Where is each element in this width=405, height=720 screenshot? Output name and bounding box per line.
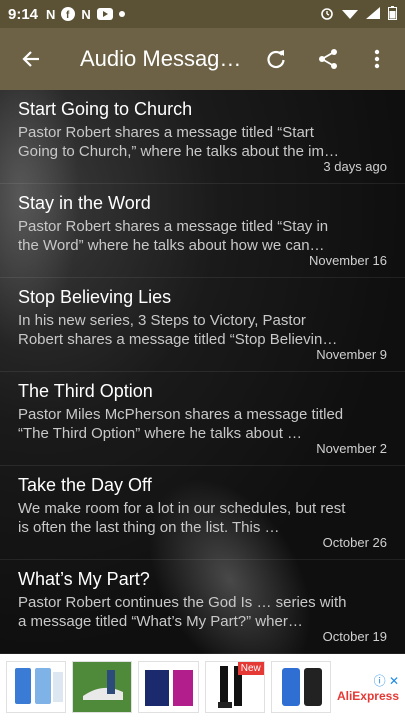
item-description: We make room for a lot in our schedules,… — [18, 500, 346, 536]
ad-new-badge: New — [237, 662, 264, 675]
ad-thumb-boots[interactable]: New — [204, 661, 265, 713]
notification-dot-icon — [118, 11, 125, 17]
item-date: November 2 — [316, 441, 387, 456]
item-description: Pastor Robert shares a message titled “S… — [18, 218, 329, 254]
signal-icon — [366, 6, 380, 22]
item-date: November 9 — [316, 347, 387, 362]
notification-n2-icon: N — [81, 6, 91, 22]
ad-thumb-phone-case[interactable] — [270, 661, 331, 713]
page-title: Audio Messag… — [80, 46, 242, 71]
item-description: Pastor Robert continues the God Is … ser… — [18, 594, 347, 630]
list-item[interactable]: Stop Believing Lies In his new series, 3… — [0, 278, 405, 372]
item-description: In his new series, 3 Steps to Victory, P… — [18, 312, 338, 348]
ad-info-icon[interactable]: ⓘ ✕ — [374, 672, 399, 689]
item-title: The Third Option — [18, 381, 153, 401]
notification-facebook-icon: f — [61, 7, 76, 21]
more-options-button[interactable] — [354, 28, 400, 90]
item-description: Pastor Miles McPherson shares a message … — [18, 406, 344, 442]
ad-brand-name: AliExpress — [336, 688, 399, 703]
notification-youtube-icon — [96, 8, 113, 20]
item-date: 3 days ago — [323, 159, 387, 174]
item-title: Take the Day Off — [18, 475, 152, 495]
message-list: Start Going to Church Pastor Robert shar… — [0, 90, 405, 654]
item-title: Start Going to Church — [18, 99, 193, 119]
back-button[interactable] — [0, 28, 62, 90]
wifi-icon — [342, 7, 358, 22]
refresh-icon — [267, 50, 285, 69]
notification-n-icon: N — [46, 6, 56, 22]
ad-brand-block[interactable]: ⓘ ✕ AliExpress — [337, 672, 399, 703]
share-icon — [319, 49, 337, 69]
item-title: What’s My Part? — [18, 569, 150, 589]
battery-icon — [388, 5, 397, 23]
message-list-area[interactable]: Start Going to Church Pastor Robert shar… — [0, 90, 405, 654]
item-date: October 26 — [322, 535, 387, 550]
status-time: 9:14 — [8, 5, 39, 23]
refresh-button[interactable] — [250, 28, 302, 90]
system-icons — [320, 5, 397, 23]
ad-thumb-phone[interactable] — [6, 661, 67, 713]
alarm-icon — [320, 6, 334, 23]
list-item[interactable]: The Third Option Pastor Miles McPherson … — [0, 372, 405, 466]
ad-banner[interactable]: New ⓘ ✕ AliExpress — [0, 654, 405, 720]
ad-thumb-shoes[interactable] — [72, 661, 133, 713]
list-item[interactable]: Start Going to Church Pastor Robert shar… — [0, 90, 405, 184]
item-description: Pastor Robert shares a message titled “S… — [18, 124, 339, 160]
item-date: November 16 — [308, 253, 387, 268]
item-title: Stop Believing Lies — [18, 287, 172, 307]
item-date: October 19 — [322, 629, 387, 644]
more-vert-icon — [374, 49, 380, 69]
item-title: Stay in the Word — [18, 193, 151, 213]
list-item[interactable]: What’s My Part? Pastor Robert continues … — [0, 560, 405, 654]
status-bar: 9:14 N f N — [0, 0, 405, 28]
app-bar: Audio Messag… — [0, 28, 405, 90]
notification-icons: N f N — [46, 7, 125, 22]
share-button[interactable] — [302, 28, 354, 90]
ad-thumb-phone-box[interactable] — [138, 661, 199, 713]
list-item[interactable]: Stay in the Word Pastor Robert shares a … — [0, 184, 405, 278]
list-item[interactable]: Take the Day Off We make room for a lot … — [0, 466, 405, 560]
arrow-left-icon — [22, 51, 39, 67]
